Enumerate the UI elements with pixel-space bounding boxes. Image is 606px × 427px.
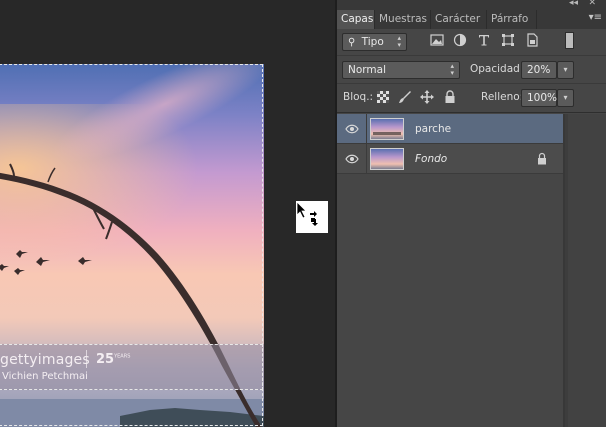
eye-separator <box>366 144 367 174</box>
panel-edge <box>335 0 337 427</box>
layer-filter-kind-select[interactable]: ⚲ Tipo ▴ ▾ <box>342 33 407 51</box>
type-filter-icon[interactable] <box>477 33 491 47</box>
layer-locked-icon <box>538 152 546 165</box>
opacity-label: Opacidad: <box>470 63 524 75</box>
layer-name[interactable]: Fondo <box>415 153 447 165</box>
layers-panel: ◂◂ ✕ Capas Muestras Carácter Párrafo ▾≡ … <box>335 0 606 427</box>
divider <box>337 83 606 84</box>
thumbnail-band <box>373 132 401 135</box>
image-filter-icon[interactable] <box>430 33 444 47</box>
layer-name[interactable]: parche <box>415 123 451 135</box>
layer-row-parche[interactable]: parche <box>337 114 563 144</box>
lock-transparent-pixels-icon[interactable] <box>376 90 390 104</box>
panel-side-strip <box>568 114 606 427</box>
lock-all-icon[interactable] <box>443 90 457 104</box>
panel-menu-icon[interactable]: ▾≡ <box>589 12 602 23</box>
patch-selection-marquee[interactable] <box>0 344 263 390</box>
eye-separator <box>366 114 367 144</box>
fill-label: Relleno: <box>481 91 524 103</box>
close-panel-icon[interactable]: ✕ <box>588 0 596 8</box>
divider <box>337 112 606 113</box>
collapse-panel-icon[interactable]: ◂◂ <box>569 0 578 8</box>
tab-capas[interactable]: Capas <box>337 10 375 29</box>
tab-caracter[interactable]: Carácter <box>431 10 487 29</box>
move-cursor <box>296 201 328 233</box>
eye-icon[interactable] <box>345 124 359 134</box>
lock-image-pixels-icon[interactable] <box>398 90 412 104</box>
canvas-area[interactable]: gettyimages 25YEARS Vichien Petchmai <box>0 0 335 427</box>
filter-toggle-switch[interactable] <box>565 32 574 49</box>
shape-filter-icon[interactable] <box>501 33 515 47</box>
search-icon: ⚲ <box>348 37 356 48</box>
tab-parrafo[interactable]: Párrafo <box>487 10 537 29</box>
eye-icon[interactable] <box>345 154 359 164</box>
lock-position-icon[interactable] <box>420 90 434 104</box>
filter-kind-value: Tipo <box>361 36 384 48</box>
fill-slider-button[interactable]: ▾ <box>557 89 574 107</box>
blend-mode-select[interactable]: Normal ▴ ▾ <box>342 61 460 79</box>
layer-row-fondo[interactable]: Fondo <box>337 144 563 174</box>
fill-input[interactable]: 100% <box>521 89 557 107</box>
updown-arrows-icon: ▴ ▾ <box>397 34 401 49</box>
opacity-slider-button[interactable]: ▾ <box>557 61 574 79</box>
divider <box>337 55 606 56</box>
blend-mode-value: Normal <box>348 64 386 76</box>
updown-arrows-icon: ▴ ▾ <box>450 62 454 77</box>
smart-object-filter-icon[interactable] <box>525 33 539 47</box>
tab-muestras[interactable]: Muestras <box>375 10 431 29</box>
panel-tabbar: Capas Muestras Carácter Párrafo ▾≡ <box>337 10 606 29</box>
layer-thumbnail[interactable] <box>370 148 404 170</box>
layer-thumbnail[interactable] <box>370 118 404 140</box>
adjustment-filter-icon[interactable] <box>453 33 467 47</box>
opacity-input[interactable]: 20% <box>521 61 557 79</box>
cursor-icon <box>296 201 318 226</box>
panel-titlebar: ◂◂ ✕ <box>337 0 606 10</box>
lock-label: Bloq.: <box>343 91 374 103</box>
